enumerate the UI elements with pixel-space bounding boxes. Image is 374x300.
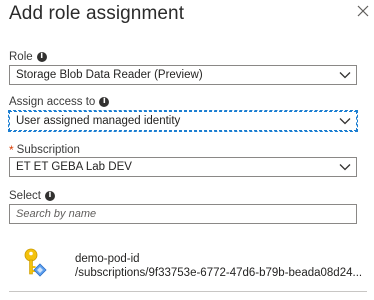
role-label: Role [9, 51, 33, 63]
subscription-label: Subscription [16, 144, 80, 156]
chevron-down-icon [339, 164, 351, 171]
info-icon[interactable] [99, 96, 110, 107]
select-label: Select [9, 190, 41, 202]
assign-access-label-row: Assign access to [9, 96, 110, 108]
role-dropdown[interactable]: Storage Blob Data Reader (Preview) [9, 65, 357, 85]
role-label-row: Role [9, 51, 47, 63]
search-input[interactable] [9, 204, 357, 224]
list-item[interactable]: demo-pod-id /subscriptions/9f33753e-6772… [9, 244, 367, 292]
assign-access-label: Assign access to [9, 96, 96, 108]
chevron-down-icon [339, 72, 351, 79]
managed-identity-key-icon [24, 248, 47, 277]
required-indicator: * [9, 143, 14, 157]
add-role-assignment-panel: Add role assignment Role Storage Blob Da… [0, 0, 374, 300]
assign-access-dropdown[interactable]: User assigned managed identity [8, 110, 358, 132]
role-value: Storage Blob Data Reader (Preview) [16, 69, 203, 81]
subscription-label-row: * Subscription [9, 143, 80, 157]
close-icon [357, 5, 369, 17]
info-icon[interactable] [44, 190, 55, 201]
assign-access-value: User assigned managed identity [16, 115, 181, 127]
info-icon[interactable] [36, 51, 47, 62]
subscription-value: ET ET GEBA Lab DEV [16, 161, 132, 173]
select-label-row: Select [9, 190, 55, 202]
identity-path: /subscriptions/9f33753e-6772-47d6-b79b-b… [75, 267, 363, 279]
chevron-down-icon [339, 118, 351, 125]
panel-title: Add role assignment [9, 3, 185, 24]
close-button[interactable] [355, 3, 371, 19]
subscription-dropdown[interactable]: ET ET GEBA Lab DEV [9, 157, 357, 177]
identity-name: demo-pod-id [75, 253, 140, 265]
